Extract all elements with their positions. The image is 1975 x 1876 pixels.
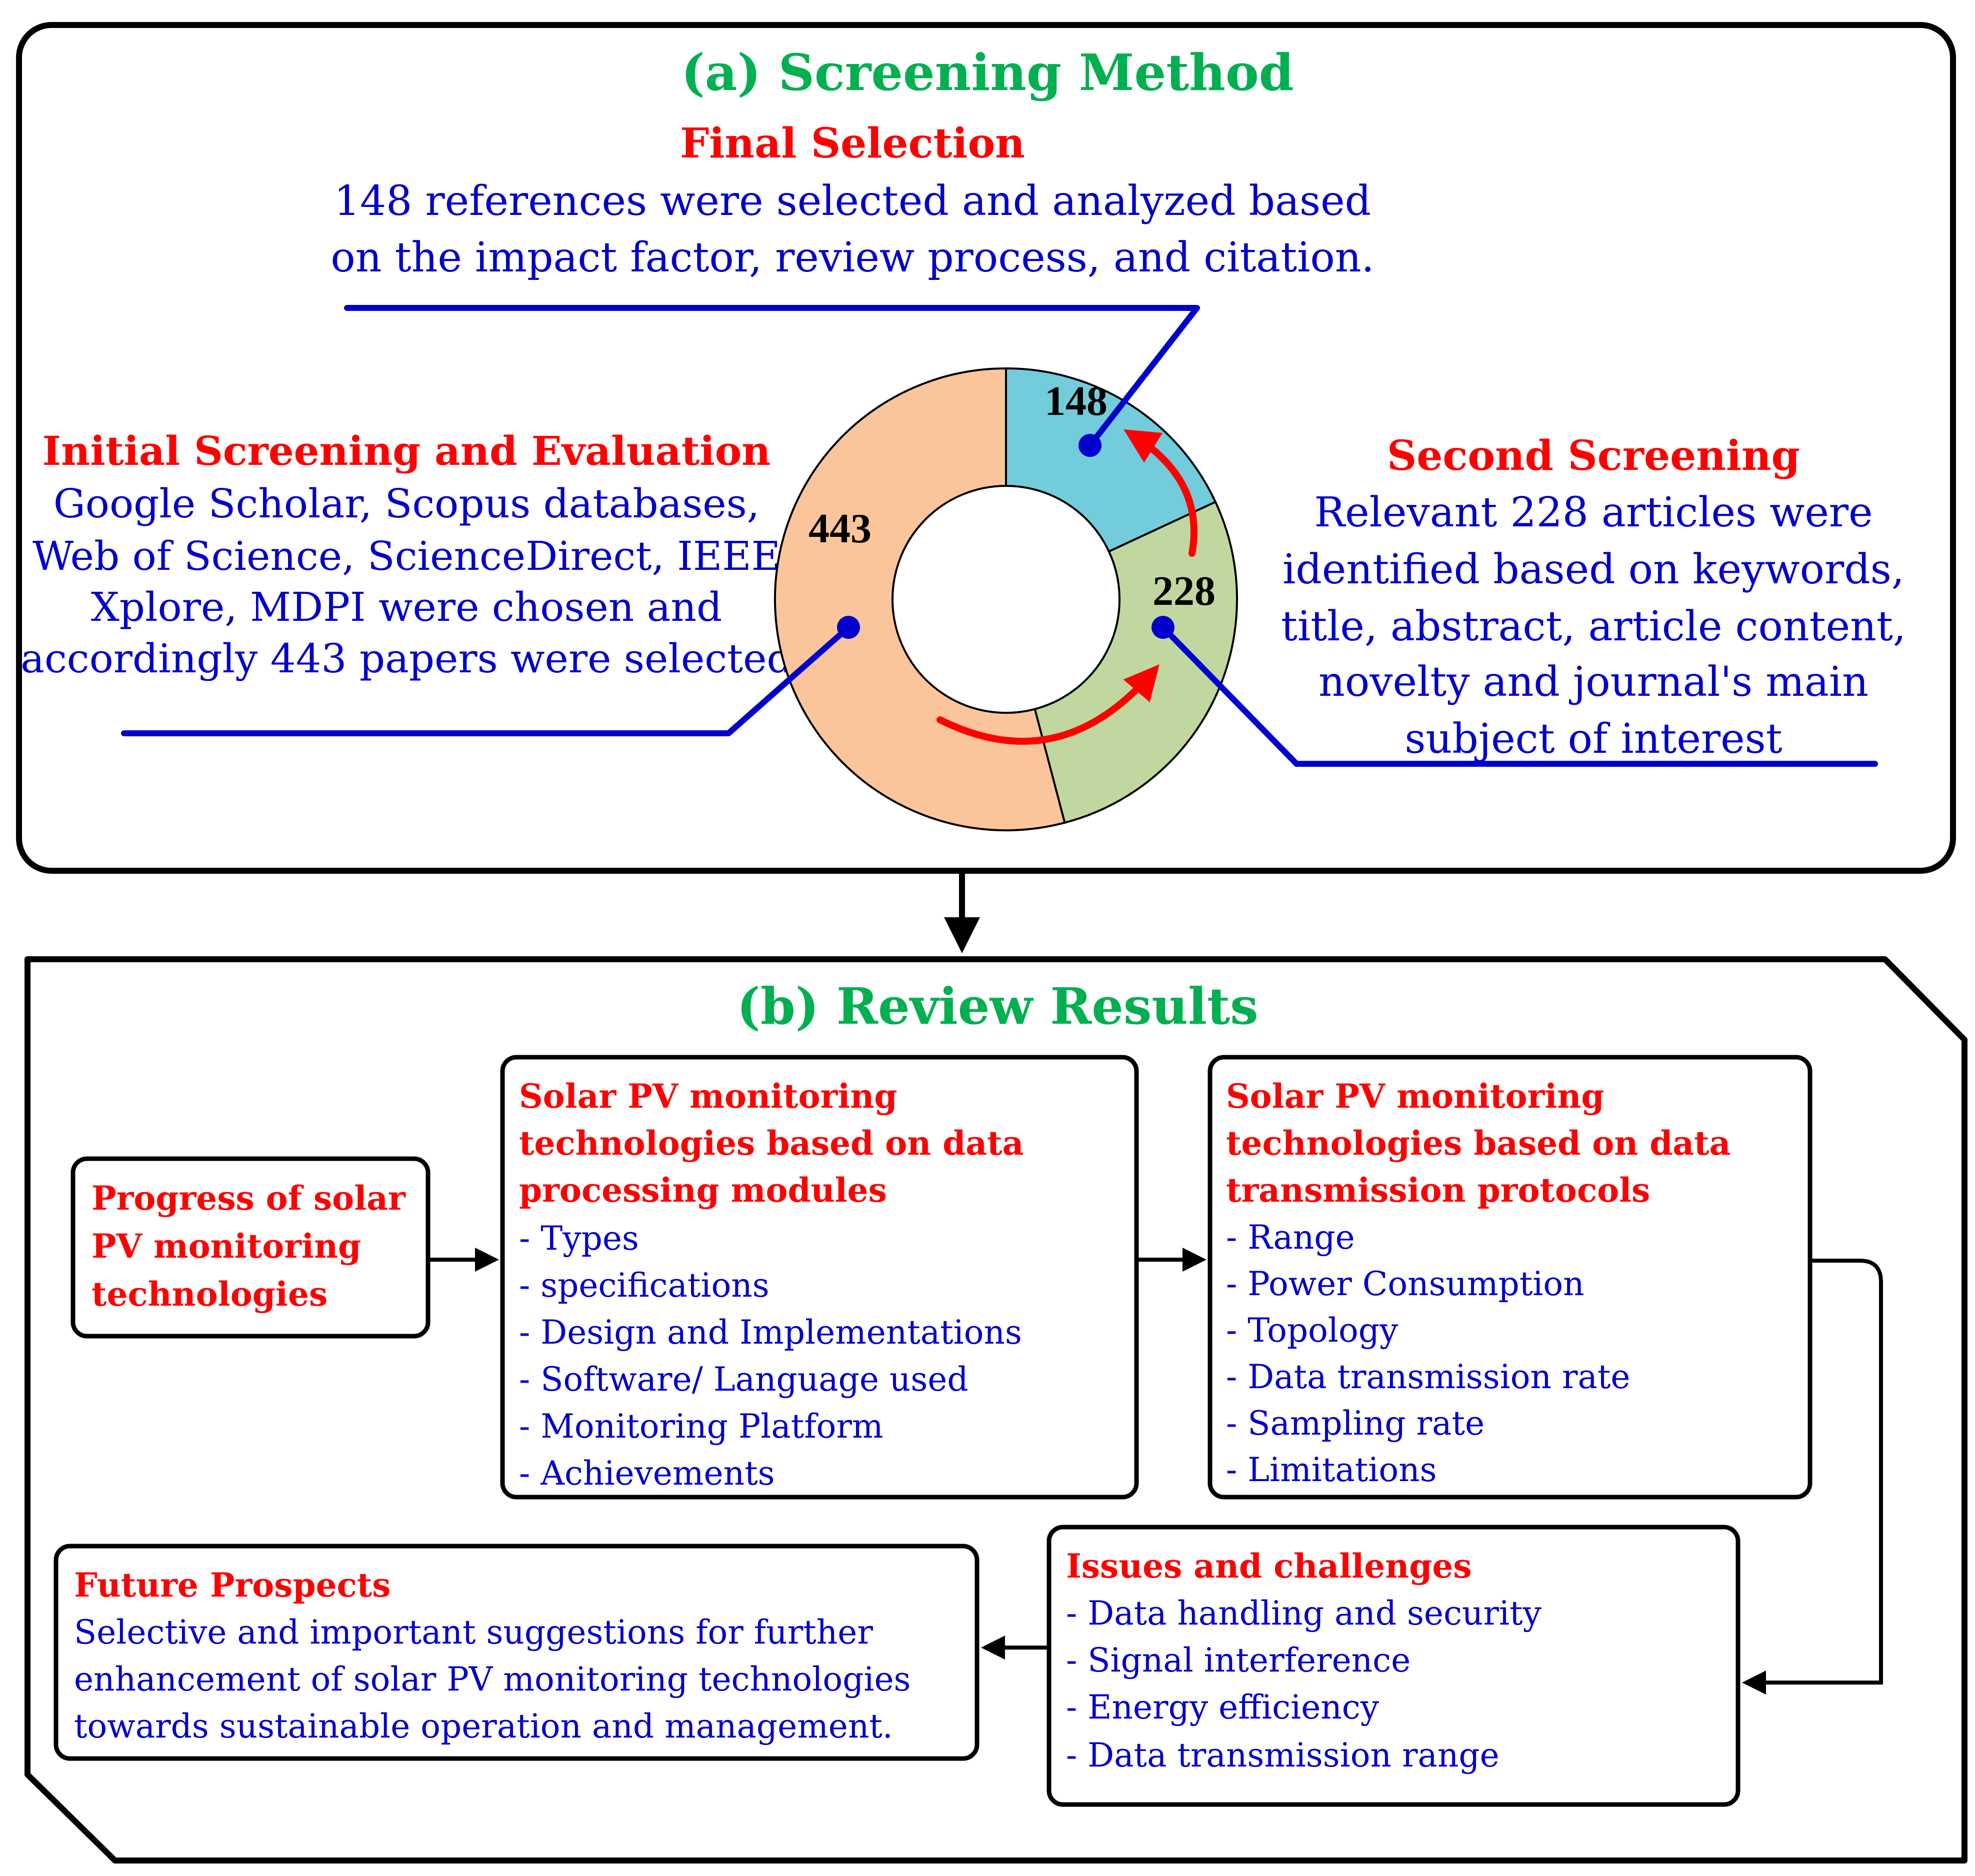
donut-label-second: 228 bbox=[1152, 568, 1216, 614]
transmission-item: - Power Consumption bbox=[1226, 1265, 1584, 1303]
issues-item: - Signal interference bbox=[1066, 1641, 1410, 1680]
transmission-item: - Data transmission rate bbox=[1226, 1358, 1630, 1396]
processing-item: - Achievements bbox=[519, 1454, 774, 1493]
transmission-item: - Range bbox=[1226, 1218, 1355, 1257]
issues-item: - Energy efficiency bbox=[1066, 1688, 1380, 1727]
final-selection-marker-dot bbox=[1078, 434, 1102, 457]
transmission-heading-line-1: Solar PV monitoring bbox=[1226, 1077, 1604, 1116]
second-screening-line-4: novelty and journal's main bbox=[1318, 658, 1868, 706]
progress-heading-line-1: Progress of solar bbox=[92, 1179, 406, 1218]
future-line-2: enhancement of solar PV monitoring techn… bbox=[74, 1660, 910, 1699]
donut-label-final: 148 bbox=[1044, 378, 1108, 424]
final-selection-heading: Final Selection bbox=[680, 119, 1025, 167]
processing-heading-line-3: processing modules bbox=[519, 1171, 887, 1210]
processing-item: - Software/ Language used bbox=[519, 1360, 968, 1399]
second-screening-marker-dot bbox=[1152, 616, 1174, 639]
transmission-item: - Limitations bbox=[1226, 1451, 1437, 1489]
future-line-3: towards sustainable operation and manage… bbox=[74, 1707, 893, 1746]
progress-heading-line-3: technologies bbox=[92, 1275, 328, 1314]
second-screening-line-1: Relevant 228 articles were bbox=[1314, 489, 1872, 536]
second-screening-line-5: subject of interest bbox=[1404, 715, 1782, 763]
final-selection-line-2: on the impact factor, review process, an… bbox=[330, 234, 1374, 281]
review-results-title: (b) Review Results bbox=[737, 977, 1258, 1036]
initial-screening-line-1: Google Scholar, Scopus databases, bbox=[54, 480, 760, 527]
second-screening-heading: Second Screening bbox=[1387, 432, 1800, 480]
donut-label-initial: 443 bbox=[808, 505, 872, 552]
issues-item: - Data handling and security bbox=[1066, 1594, 1542, 1633]
processing-heading-line-2: technologies based on data bbox=[519, 1124, 1024, 1163]
processing-item: - Types bbox=[519, 1219, 639, 1258]
transmission-item: - Sampling rate bbox=[1226, 1404, 1484, 1443]
issues-item: - Data transmission range bbox=[1066, 1736, 1500, 1775]
transmission-heading-line-2: technologies based on data bbox=[1226, 1124, 1730, 1163]
processing-item: - specifications bbox=[519, 1266, 770, 1305]
transmission-item: - Topology bbox=[1226, 1311, 1398, 1350]
future-line-1: Selective and important suggestions for … bbox=[74, 1613, 873, 1652]
processing-item: - Design and Implementations bbox=[519, 1313, 1022, 1352]
initial-screening-line-2: Web of Science, ScienceDirect, IEEE bbox=[32, 533, 780, 579]
initial-screening-heading: Initial Screening and Evaluation bbox=[42, 427, 771, 474]
processing-heading-line-1: Solar PV monitoring bbox=[519, 1077, 898, 1116]
screening-method-title: (a) Screening Method bbox=[681, 43, 1294, 102]
second-screening-line-2: identified based on keywords, bbox=[1282, 546, 1904, 593]
future-heading: Future Prospects bbox=[74, 1566, 390, 1605]
final-selection-line-1: 148 references were selected and analyze… bbox=[334, 177, 1371, 225]
processing-item: - Monitoring Platform bbox=[519, 1407, 884, 1446]
second-screening-line-3: title, abstract, article content, bbox=[1281, 603, 1906, 650]
initial-screening-line-3: Xplore, MDPI were chosen and bbox=[91, 584, 722, 630]
initial-screening-marker-dot bbox=[837, 616, 860, 639]
issues-heading: Issues and challenges bbox=[1066, 1547, 1472, 1586]
progress-heading-line-2: PV monitoring bbox=[92, 1227, 361, 1266]
initial-screening-line-4: accordingly 443 papers were selected bbox=[20, 635, 792, 682]
screening-review-diagram: (a) Screening Method Final Selection 148… bbox=[16, 22, 1968, 1864]
transmission-heading-line-3: transmission protocols bbox=[1226, 1171, 1650, 1210]
